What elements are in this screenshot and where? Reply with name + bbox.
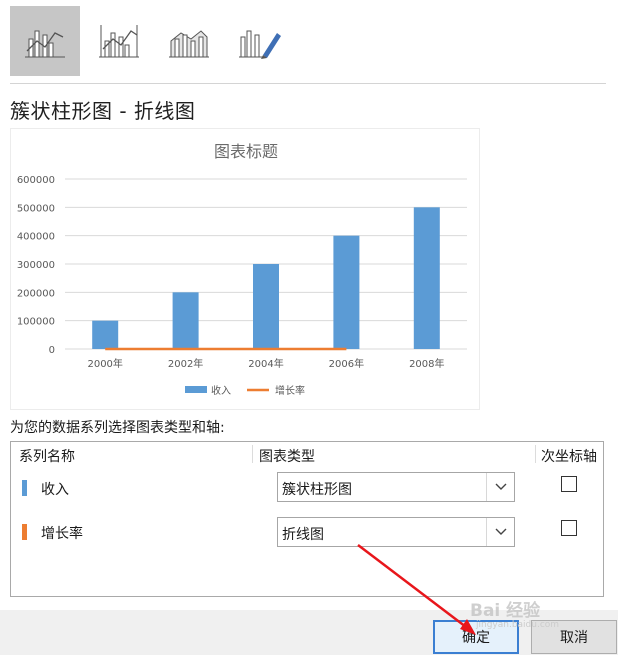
legend-label-growth-rate: 增长率 — [275, 384, 305, 397]
custom-combination-icon — [239, 30, 281, 59]
y-tick-label: 500000 — [17, 203, 55, 214]
clustered-column-line-secondary-axis-icon — [99, 25, 139, 58]
chart-title: 图表标题 — [214, 142, 278, 161]
divider — [10, 83, 606, 84]
chart-type-selector — [10, 6, 610, 76]
secondary-axis-checkbox-revenue[interactable] — [561, 476, 577, 492]
chart-type-select-growth-rate[interactable]: 折线图 — [277, 517, 515, 547]
column-separator — [535, 445, 536, 463]
secondary-axis-checkbox-growth-rate[interactable] — [561, 520, 577, 536]
column-separator — [252, 445, 253, 463]
y-tick-label: 400000 — [17, 232, 55, 243]
series-name-growth-rate: 增长率 — [41, 526, 83, 542]
column-header-series-name: 系列名称 — [19, 449, 75, 465]
series-name-revenue: 收入 — [41, 482, 69, 498]
y-tick-label: 600000 — [17, 175, 55, 186]
y-tick-label: 0 — [49, 345, 55, 356]
y-tick-label: 200000 — [17, 288, 55, 299]
cancel-button[interactable]: 取消 — [531, 620, 617, 654]
chevron-down-icon — [495, 483, 506, 490]
series-table: 系列名称 图表类型 次坐标轴 收入 簇状柱形图 增长率 折线图 — [10, 441, 604, 597]
legend-swatch-revenue — [185, 386, 207, 393]
clustered-column-line-button[interactable] — [10, 6, 80, 76]
x-tick-label: 2004年 — [248, 357, 283, 370]
combination-title: 簇状柱形图 - 折线图 — [10, 99, 196, 123]
x-tick-label: 2008年 — [409, 357, 444, 370]
dialog-footer — [0, 610, 618, 655]
chart-preview: 图表标题 0 100000 200000 300000 400000 500000 6000… — [10, 128, 480, 410]
bar-revenue — [333, 235, 360, 349]
column-header-secondary-axis: 次坐标轴 — [541, 449, 597, 465]
x-tick-label: 2002年 — [168, 357, 203, 370]
series-color-swatch — [22, 524, 27, 540]
column-line-secondary-axis-button[interactable] — [84, 6, 154, 76]
y-tick-label: 300000 — [17, 260, 55, 271]
series-color-swatch — [22, 480, 27, 496]
y-tick-label: 100000 — [17, 317, 55, 328]
chart-type-select-value: 簇状柱形图 — [282, 482, 352, 498]
custom-combination-button[interactable] — [224, 6, 294, 76]
chevron-down-icon — [495, 528, 506, 535]
clustered-column-line-icon — [25, 30, 65, 58]
chart-svg: 图表标题 0 100000 200000 300000 400000 500000 6000… — [17, 142, 467, 397]
stacked-area-column-button[interactable] — [154, 6, 224, 76]
bar-revenue — [413, 207, 440, 349]
series-prompt: 为您的数据系列选择图表类型和轴: — [10, 420, 225, 436]
stacked-area-column-icon — [169, 30, 209, 58]
x-tick-label: 2000年 — [87, 357, 122, 370]
x-tick-label: 2006年 — [329, 357, 364, 370]
bar-revenue — [92, 320, 119, 349]
ok-button[interactable]: 确定 — [433, 620, 519, 654]
bar-revenue — [253, 264, 279, 349]
dropdown-button[interactable] — [486, 473, 514, 501]
dropdown-button[interactable] — [486, 518, 514, 546]
legend-label-revenue: 收入 — [211, 384, 231, 397]
chart-type-select-value: 折线图 — [282, 527, 324, 543]
column-header-chart-type: 图表类型 — [259, 449, 315, 465]
chart-type-select-revenue[interactable]: 簇状柱形图 — [277, 472, 515, 502]
bar-revenue — [172, 292, 199, 349]
